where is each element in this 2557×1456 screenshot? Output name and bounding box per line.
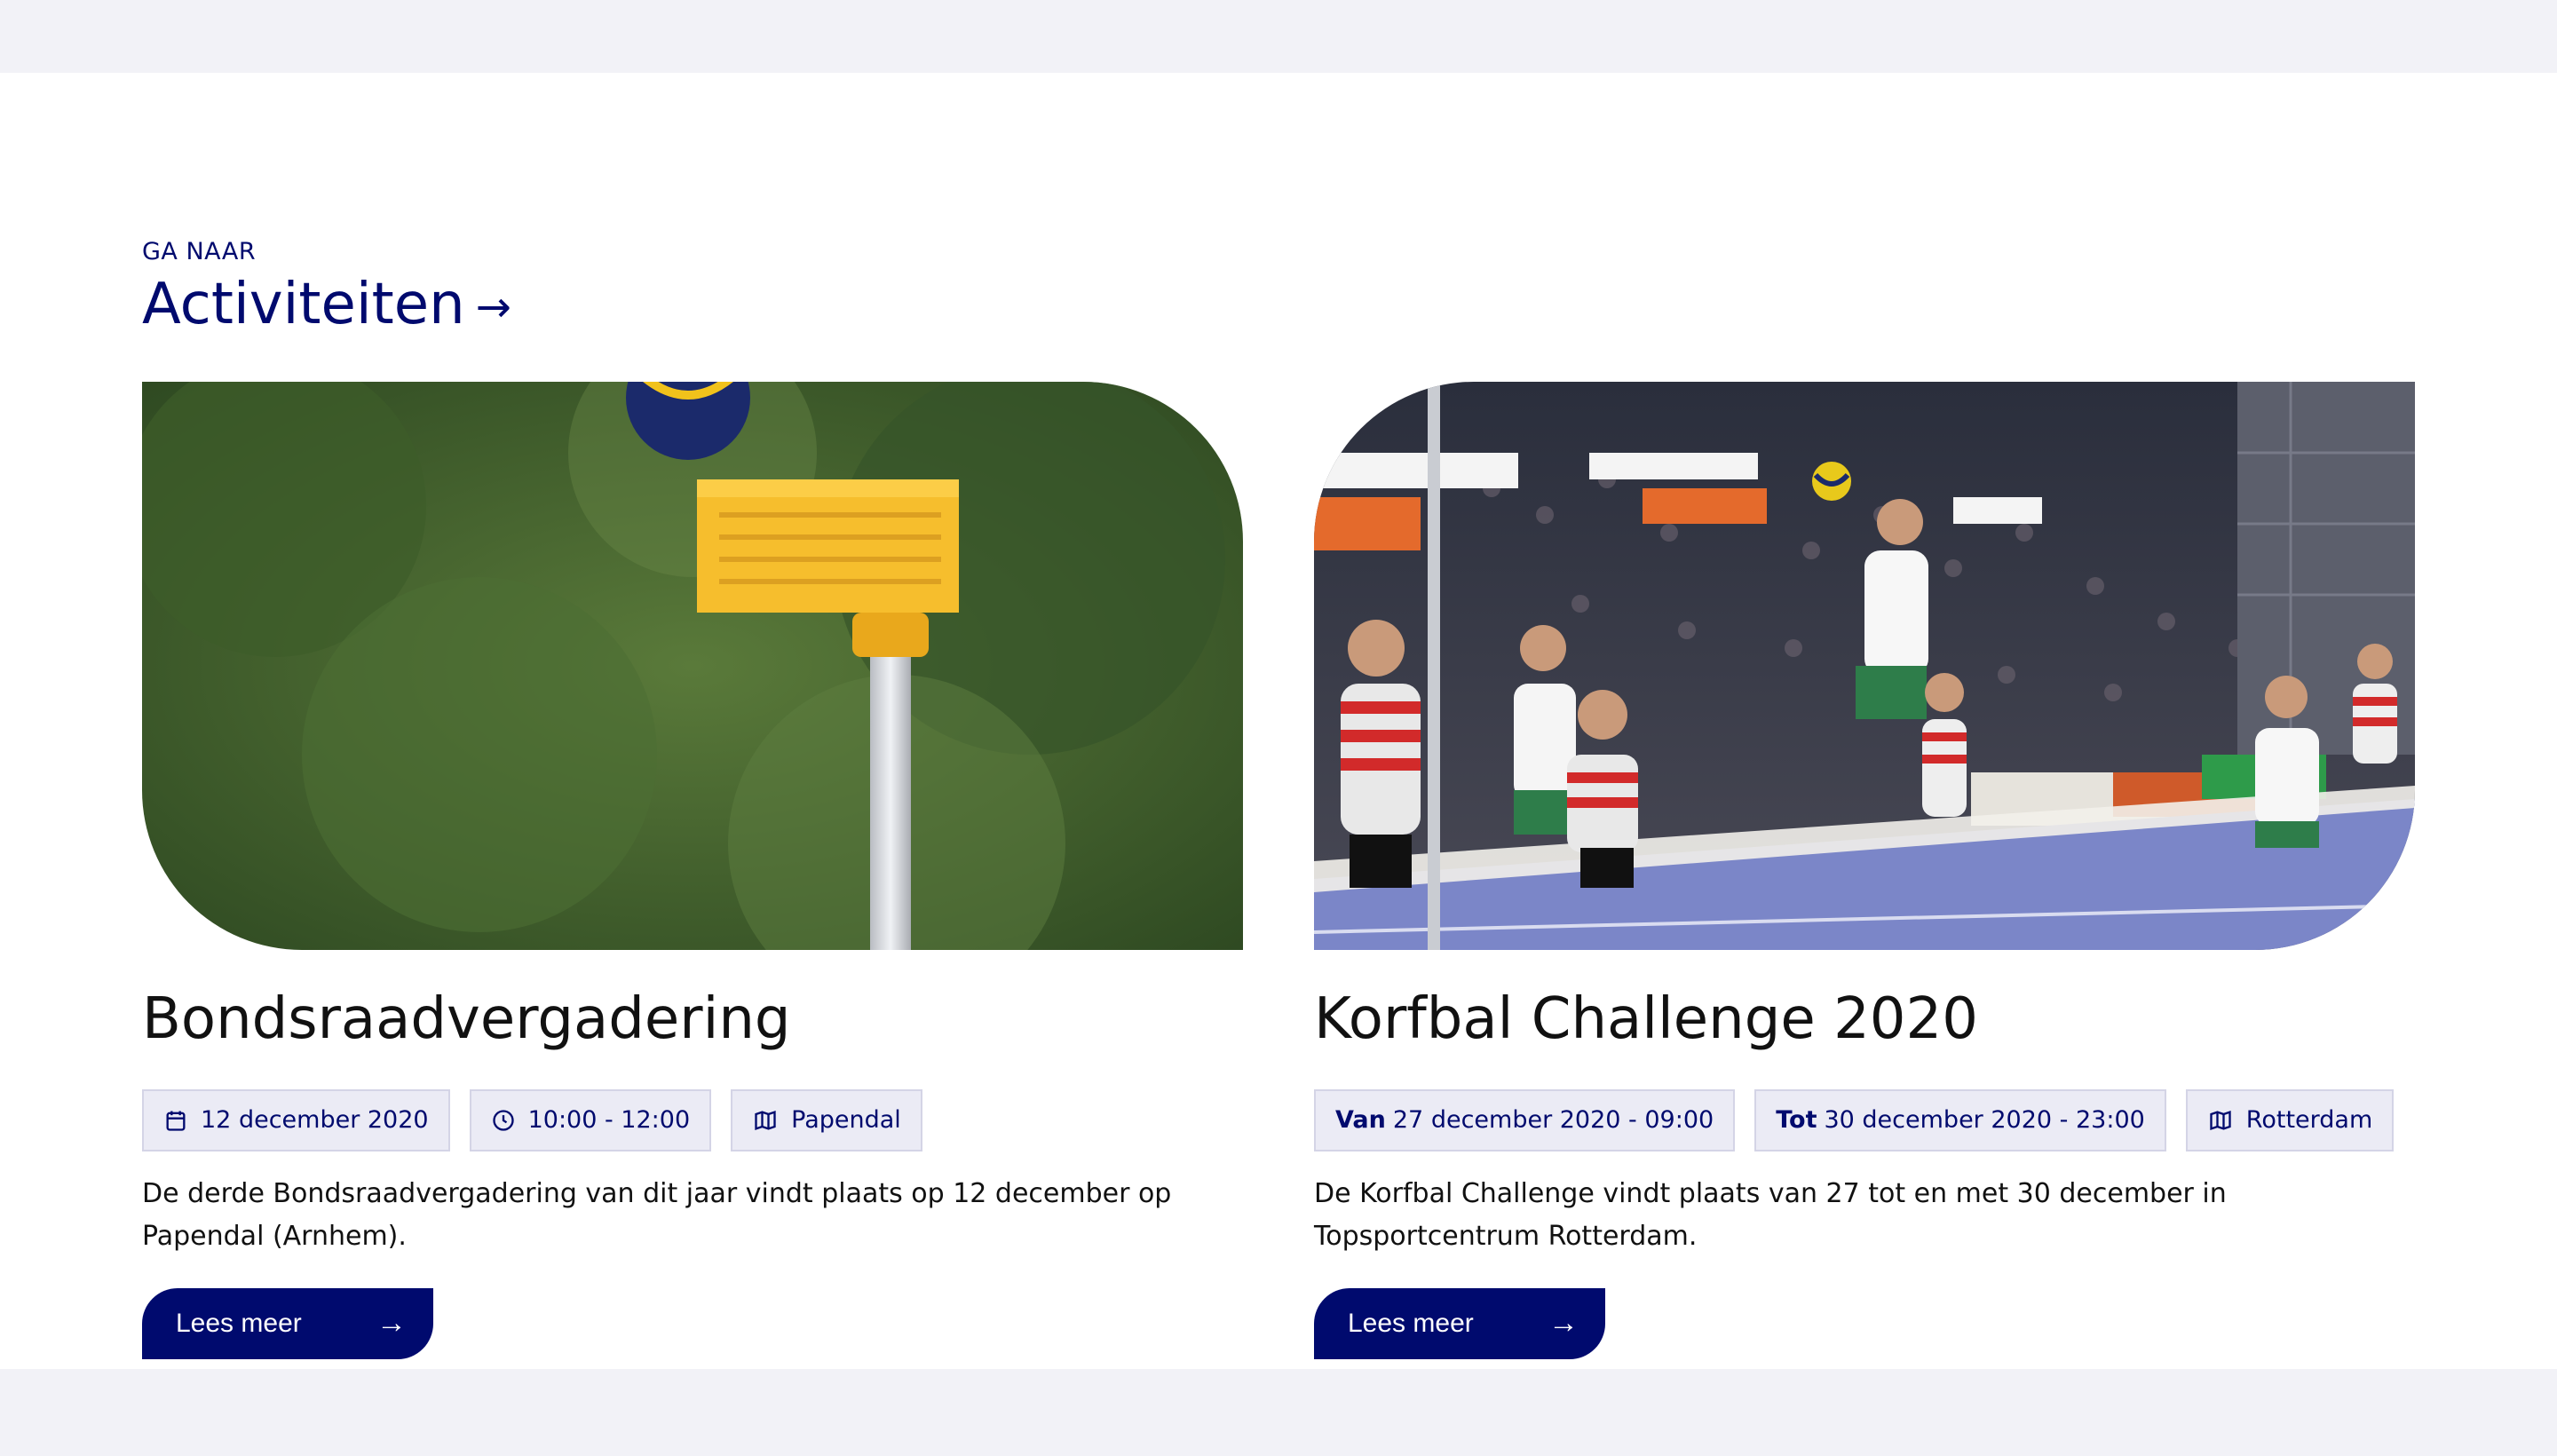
activity-card: Korfbal Challenge 2020 Van 27 december 2…	[1314, 382, 2415, 1359]
date-text: 12 december 2020	[201, 1106, 429, 1135]
korfball-match-photo[interactable]	[1314, 382, 2415, 950]
location-chip: Papendal	[731, 1088, 922, 1151]
start-label: Van	[1335, 1106, 1386, 1135]
time-chip: 10:00 - 12:00	[469, 1088, 712, 1151]
arrow-right-icon: →	[1548, 1306, 1579, 1341]
arrow-right-icon: →	[376, 1306, 407, 1341]
arrow-right-icon: →	[475, 282, 511, 332]
calendar-icon	[166, 1111, 186, 1131]
clock-icon	[492, 1110, 514, 1131]
map-icon	[2210, 1110, 2231, 1130]
activities-heading-link[interactable]: Activiteiten →	[142, 272, 511, 337]
activities-section: GA NAAR Activiteiten → Bondsraadvergader…	[0, 73, 2557, 1369]
section-eyebrow: GA NAAR	[142, 238, 257, 265]
location-text: Papendal	[791, 1106, 901, 1135]
date-chip: 12 december 2020	[142, 1088, 450, 1151]
activity-description: De derde Bondsraadvergadering van dit ja…	[142, 1177, 1172, 1252]
activity-description: De Korfbal Challenge vindt plaats van 27…	[1314, 1177, 2227, 1252]
read-more-button[interactable]: Lees meer →	[142, 1287, 433, 1359]
location-text: Rotterdam	[2245, 1106, 2373, 1135]
activity-title[interactable]: Korfbal Challenge 2020	[1314, 985, 2415, 1054]
location-chip: Rotterdam	[2185, 1088, 2395, 1151]
activity-card: Bondsraadvergadering 12 december 2020 10…	[142, 382, 1243, 1359]
read-more-button[interactable]: Lees meer →	[1314, 1287, 1605, 1359]
start-date-chip: Van 27 december 2020 - 09:00	[1314, 1088, 1736, 1151]
section-heading: Activiteiten	[142, 272, 465, 337]
end-date-chip: Tot 30 december 2020 - 23:00	[1754, 1088, 2166, 1151]
end-label: Tot	[1776, 1106, 1817, 1135]
activity-meta: 12 december 2020 10:00 - 12:00 Papendal	[142, 1088, 1243, 1151]
end-date-text: 30 december 2020 - 23:00	[1824, 1106, 2145, 1135]
korfball-basket-photo[interactable]	[142, 382, 1243, 950]
start-date-text: 27 december 2020 - 09:00	[1392, 1106, 1714, 1135]
activity-title[interactable]: Bondsraadvergadering	[142, 985, 1243, 1054]
map-icon	[755, 1110, 776, 1130]
activity-meta: Van 27 december 2020 - 09:00 Tot 30 dece…	[1314, 1088, 2415, 1151]
read-more-label: Lees meer	[176, 1308, 302, 1338]
time-text: 10:00 - 12:00	[527, 1106, 691, 1135]
read-more-label: Lees meer	[1348, 1308, 1474, 1338]
